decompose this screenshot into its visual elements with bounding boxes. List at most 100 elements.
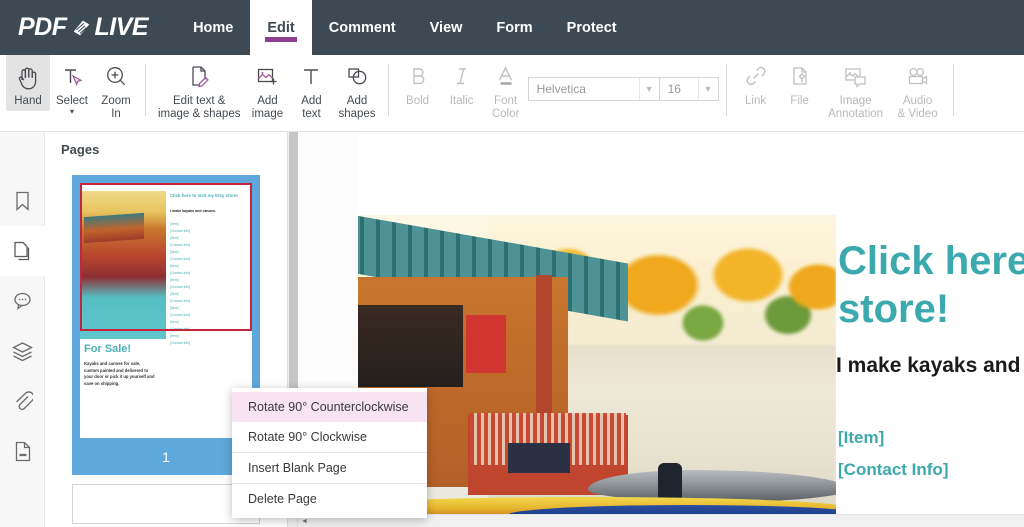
- photo-cabin-interior: [358, 305, 463, 387]
- tool-add-shapes[interactable]: Add shapes: [333, 55, 380, 124]
- document-subheading[interactable]: I make kayaks and canoes.: [836, 354, 1024, 378]
- list-item: [Item]: [170, 320, 179, 324]
- document-contact-label[interactable]: [Contact Info]: [838, 460, 1024, 480]
- logo-text-pdf: PDF: [18, 13, 67, 41]
- tab-home[interactable]: Home: [176, 0, 250, 55]
- tool-hand-label: Hand: [14, 95, 42, 107]
- toolbar-separator-2: [387, 64, 389, 116]
- tool-edit-label2: image & shapes: [158, 108, 241, 120]
- tab-edit-label: Edit: [267, 19, 295, 36]
- select-text-icon: [59, 62, 85, 92]
- page-thumbnail-1-number: 1: [162, 448, 170, 465]
- tool-add-image-label1: Add: [257, 95, 278, 107]
- document-heading[interactable]: Click here to visit my Etsy store!: [838, 237, 1024, 333]
- bold-icon: [405, 62, 431, 92]
- thumbnail-heading: Click here to visit my Etsy store!: [170, 193, 238, 198]
- signature-icon: [13, 440, 33, 463]
- sidebar-item-attachments[interactable]: [0, 376, 45, 426]
- tool-image-annotation-label1: Image: [839, 95, 872, 107]
- left-icon-rail: [0, 132, 45, 527]
- edit-toolbar: Hand Select ▾ Zoom In Edit text & image …: [0, 55, 1024, 132]
- context-menu-item-insert-blank-page[interactable]: Insert Blank Page: [232, 452, 427, 483]
- tool-hand[interactable]: Hand: [6, 55, 50, 111]
- tab-comment[interactable]: Comment: [312, 0, 413, 55]
- tool-audio-video-label1: Audio: [902, 95, 933, 107]
- sidebar-item-pages[interactable]: [0, 226, 45, 276]
- font-family-select[interactable]: Helvetica ▼: [527, 77, 660, 101]
- font-family-value: Helvetica: [536, 82, 586, 96]
- italic-icon: [449, 62, 475, 92]
- list-item: [Contact Info]: [170, 313, 191, 317]
- chevron-down-icon[interactable]: ▼: [638, 78, 659, 100]
- tab-form-label: Form: [496, 19, 533, 36]
- chevron-down-icon[interactable]: ▾: [70, 108, 74, 116]
- page-context-menu: Rotate 90° Counterclockwise Rotate 90° C…: [232, 388, 427, 518]
- tool-bold-label: Bold: [406, 95, 430, 107]
- tool-add-image[interactable]: Add image: [245, 55, 289, 124]
- tool-zoom-in[interactable]: Zoom In: [94, 55, 138, 124]
- tool-image-annotation[interactable]: Image Annotation: [822, 55, 890, 124]
- list-item: [Item]: [170, 236, 179, 240]
- tool-edit-text-image-shapes[interactable]: Edit text & image & shapes: [153, 55, 245, 124]
- tab-view[interactable]: View: [413, 0, 480, 55]
- tool-add-shapes-label2: shapes: [338, 108, 376, 120]
- list-item: [Contact Info]: [170, 299, 191, 303]
- tool-edit-label1: Edit text &: [173, 95, 226, 107]
- tool-add-text[interactable]: Add text: [289, 55, 333, 124]
- tool-file-label: File: [790, 95, 809, 107]
- toolbar-separator-3: [725, 64, 727, 116]
- context-menu-item-rotate-cw[interactable]: Rotate 90° Clockwise: [232, 422, 427, 452]
- sidebar-item-signature[interactable]: [0, 426, 45, 476]
- bookmark-icon: [13, 190, 32, 212]
- context-menu-item-delete-page[interactable]: Delete Page: [232, 483, 427, 514]
- chevron-down-icon[interactable]: ▼: [697, 78, 718, 100]
- thumbnail-item-list: [Item] [Contact Info] [Item] [Contact In…: [170, 221, 246, 347]
- tool-select[interactable]: Select ▾: [50, 55, 94, 119]
- tool-file[interactable]: File: [778, 55, 822, 111]
- list-item: [Item]: [170, 278, 179, 282]
- list-item: [Item]: [170, 292, 179, 296]
- boathouse-with-kayaks-photo[interactable]: [358, 215, 836, 527]
- list-item: [Item]: [170, 264, 179, 268]
- pages-icon: [12, 240, 33, 263]
- tool-audio-video[interactable]: Audio & Video: [890, 55, 946, 124]
- tab-edit[interactable]: Edit: [250, 0, 312, 55]
- tool-italic[interactable]: Italic: [440, 55, 484, 111]
- tool-link-label: Link: [745, 95, 767, 107]
- tool-font-color[interactable]: Font Color: [484, 55, 528, 124]
- document-item-label[interactable]: [Item]: [838, 428, 1024, 448]
- list-item: [Contact Info]: [170, 285, 191, 289]
- sidebar-item-comments[interactable]: [0, 276, 45, 326]
- sidebar-item-layers[interactable]: [0, 326, 45, 376]
- thumbnail-photo: [80, 191, 166, 339]
- tool-audio-video-label2: & Video: [897, 108, 938, 120]
- edit-document-icon: [186, 62, 212, 92]
- pages-panel-title: Pages: [61, 142, 100, 157]
- toolbar-separator-1: [145, 64, 146, 116]
- document-page[interactable]: Click here to visit my Etsy store! I mak…: [358, 132, 1024, 527]
- tool-link[interactable]: Link: [734, 55, 778, 111]
- list-item: [Contact Info]: [170, 327, 191, 331]
- tab-protect-label: Protect: [566, 19, 617, 36]
- font-size-select[interactable]: 16 ▼: [658, 77, 719, 101]
- list-item: [Item]: [170, 250, 179, 254]
- context-menu-item-rotate-ccw[interactable]: Rotate 90° Counterclockwise: [232, 392, 427, 422]
- tool-bold[interactable]: Bold: [396, 55, 440, 111]
- tab-form[interactable]: Form: [479, 0, 549, 55]
- tab-home-label: Home: [193, 19, 234, 36]
- list-item: [Contact Info]: [170, 341, 191, 345]
- tool-zoom-in-label: Zoom: [101, 95, 131, 107]
- list-item: [Contact Info]: [170, 257, 191, 261]
- toolbar-separator-4: [952, 64, 954, 116]
- tool-font-color-label1: Font: [494, 95, 518, 107]
- photo-crate: [508, 443, 570, 473]
- tab-protect[interactable]: Protect: [550, 0, 634, 55]
- font-controls: Helvetica ▼ 16 ▼: [527, 77, 719, 101]
- add-image-icon: [254, 62, 280, 92]
- photo-cabin-red-panel: [466, 315, 506, 373]
- app-logo[interactable]: PDF LIVE: [0, 0, 176, 55]
- tool-add-image-label2: image: [251, 108, 284, 120]
- document-pages-icon: [70, 17, 92, 39]
- sidebar-item-bookmarks[interactable]: [0, 176, 45, 226]
- list-item: [Contact Info]: [170, 229, 191, 233]
